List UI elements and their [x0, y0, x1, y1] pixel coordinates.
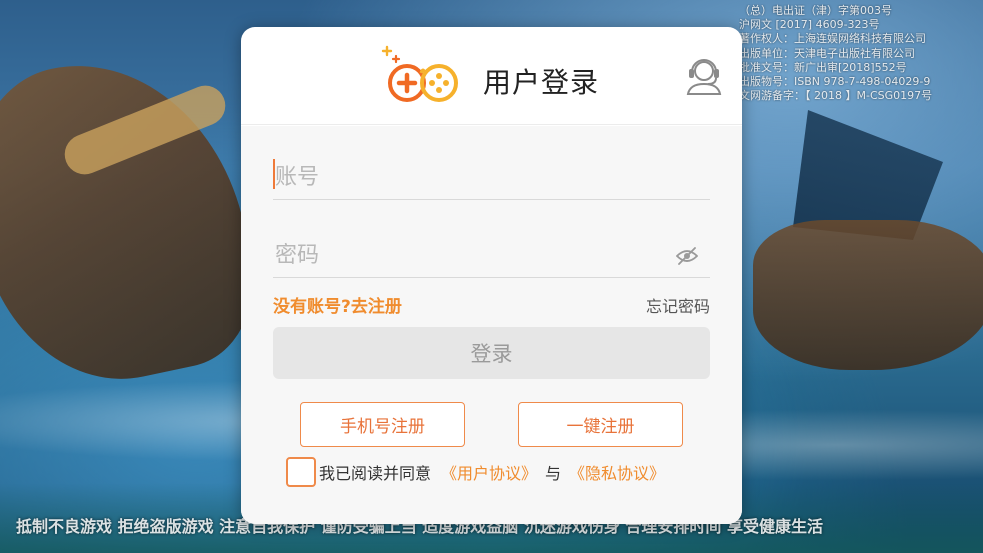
register-link[interactable]: 没有账号?去注册: [273, 292, 402, 317]
license-info: （总）电出证（津）字第003号 沪网文 [2017] 4609-323号 著作权…: [739, 4, 979, 103]
login-dialog: 用户登录 没有账号?去注册 忘记密码 登录 手机号注册 一键注册: [241, 27, 742, 524]
account-field: [273, 156, 710, 200]
license-line: （总）电出证（津）字第003号: [739, 4, 892, 17]
license-line: 批准文号：新广出审[2018]552号: [739, 60, 907, 74]
account-input[interactable]: [273, 156, 710, 199]
license-line: 著作权人：上海连娱网络科技有限公司: [739, 32, 926, 46]
gamepad-logo-icon: [381, 45, 458, 102]
agreement-text: 我已阅读并同意: [319, 464, 432, 483]
license-line: 出版单位：天津电子出版社有限公司: [739, 46, 915, 60]
dialog-title: 用户登录: [483, 66, 600, 99]
password-field: [273, 234, 710, 278]
login-button[interactable]: 登录: [273, 327, 710, 379]
dialog-body: 没有账号?去注册 忘记密码 登录 手机号注册 一键注册 我已阅读并同意 《用户协…: [241, 126, 742, 524]
agreement-checkbox[interactable]: [286, 457, 316, 487]
background-ship-left: [0, 36, 271, 404]
customer-service-icon[interactable]: [685, 55, 723, 95]
privacy-policy-link[interactable]: 《隐私协议》: [569, 460, 665, 484]
background-ship-right: [753, 220, 983, 370]
text-cursor: [273, 159, 275, 189]
forgot-password-link[interactable]: 忘记密码: [646, 293, 710, 317]
dialog-header: 用户登录: [241, 27, 742, 125]
one-click-register-button[interactable]: 一键注册: [518, 402, 683, 447]
license-line: 沪网文 [2017] 4609-323号: [739, 18, 880, 32]
password-input[interactable]: [273, 234, 710, 277]
user-agreement-link[interactable]: 《用户协议》: [441, 460, 537, 484]
agreement-row: 我已阅读并同意 《用户协议》 与 《隐私协议》: [286, 456, 665, 488]
license-line: 出版物号：ISBN 978-7-498-04029-9: [739, 75, 931, 89]
phone-register-button[interactable]: 手机号注册: [300, 402, 465, 447]
agreement-and-text: 与: [545, 464, 562, 483]
eye-icon[interactable]: [676, 246, 698, 266]
license-line: 文网游备字：【 2018 】M-CSG0197号: [739, 89, 933, 103]
